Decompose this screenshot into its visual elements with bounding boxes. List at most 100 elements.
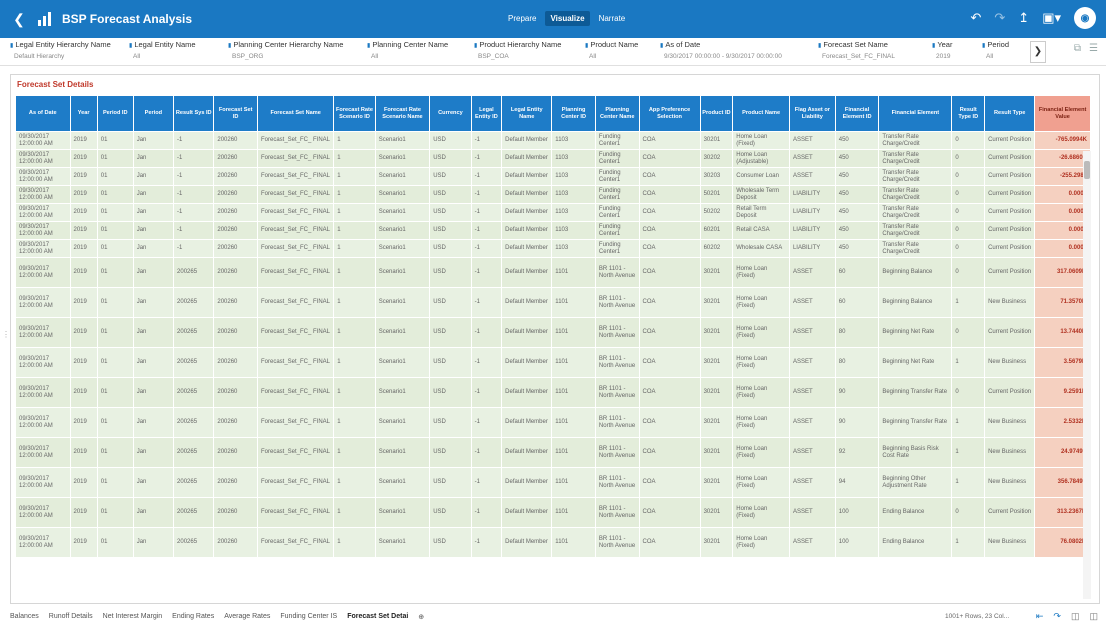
column-header[interactable]: Forecast Rate Scenario Name: [374, 95, 431, 132]
column-header[interactable]: Forecast Set ID: [213, 95, 258, 132]
filter-bar: Legal Entity Hierarchy Name Default Hiera…: [0, 38, 1106, 66]
copy-icon[interactable]: ⧉: [1074, 43, 1081, 54]
filter-planning-center-name[interactable]: Planning Center Name All: [367, 40, 448, 60]
filter-legal-entity-name[interactable]: Legal Entity Name All: [129, 40, 196, 60]
split-view-icon[interactable]: ◫: [1089, 611, 1098, 622]
table-cell: 1: [333, 437, 376, 468]
column-header[interactable]: Year: [69, 95, 98, 132]
next-page-icon[interactable]: ↷: [1053, 611, 1061, 622]
column-header[interactable]: Result Sys ID: [173, 95, 215, 132]
filter-scroll-right-button[interactable]: ❯: [1030, 41, 1046, 63]
column-header[interactable]: Financial Element Value: [1034, 95, 1091, 132]
table-cell: 200260: [213, 467, 258, 498]
filter-year[interactable]: Year 2019: [932, 40, 952, 60]
mode-narrate[interactable]: Narrate: [594, 11, 631, 26]
back-icon[interactable]: ❮: [8, 11, 30, 28]
filter-product-name[interactable]: Product Name All: [585, 40, 638, 60]
canvas-tab[interactable]: Ending Rates: [172, 613, 214, 621]
table-row[interactable]: 09/30/2017 12:00:00 AM 2019 01 Jan -1 200260 F…: [15, 185, 1091, 204]
column-header[interactable]: Planning Center ID: [551, 95, 596, 132]
table-row[interactable]: 09/30/2017 12:00:00 AM 2019 01 Jan 200265 200…: [15, 407, 1091, 438]
canvas-tab[interactable]: Forecast Set Detai: [347, 613, 408, 621]
mode-visualize[interactable]: Visualize: [545, 11, 590, 26]
canvas-tab[interactable]: Funding Center IS: [280, 613, 337, 621]
table-cell: Jan: [132, 437, 175, 468]
table-cell: USD: [429, 497, 472, 528]
column-header[interactable]: Period: [132, 95, 175, 132]
table-row[interactable]: 09/30/2017 12:00:00 AM 2019 01 Jan -1 200260 F…: [15, 149, 1091, 168]
canvas-tab[interactable]: Runoff Details: [49, 613, 93, 621]
filter-product-hierarchy[interactable]: Product Hierarchy Name BSP_COA: [474, 40, 561, 60]
table-cell: 200260: [213, 347, 258, 378]
filter-value: All: [589, 53, 597, 60]
column-header[interactable]: Forecast Set Name: [256, 95, 335, 132]
first-page-icon[interactable]: ⇤: [1036, 611, 1044, 622]
column-header[interactable]: Result Type: [984, 95, 1036, 132]
column-header[interactable]: Financial Element ID: [834, 95, 880, 132]
filter-period[interactable]: Period All: [982, 40, 1009, 60]
table-row[interactable]: 09/30/2017 12:00:00 AM 2019 01 Jan 200265 200…: [15, 527, 1091, 558]
undo-icon[interactable]: ↶: [970, 10, 981, 26]
table-cell: Jan: [132, 407, 175, 438]
column-header[interactable]: Flag Asset or Liability: [788, 95, 836, 132]
column-header[interactable]: Product Name: [732, 95, 790, 132]
table-row[interactable]: 09/30/2017 12:00:00 AM 2019 01 Jan 200265 200…: [15, 437, 1091, 468]
table-row[interactable]: 09/30/2017 12:00:00 AM 2019 01 Jan 200265 200…: [15, 317, 1091, 348]
vertical-scrollbar[interactable]: [1083, 151, 1091, 599]
table-cell: Beginning Transfer Rate: [878, 377, 953, 408]
column-header[interactable]: Product ID: [699, 95, 734, 132]
panel-resize-handle[interactable]: ⋮: [2, 330, 10, 339]
table-cell: 1101: [551, 437, 596, 468]
canvas-tab[interactable]: Net Interest Margin: [103, 613, 163, 621]
column-header[interactable]: As of Date: [15, 95, 71, 132]
column-header[interactable]: App Preference Selection: [638, 95, 701, 132]
redo-icon[interactable]: ↷: [994, 10, 1005, 26]
table-cell: ASSET: [788, 467, 836, 498]
filter-value: Default Hierarchy: [14, 53, 65, 60]
table-row[interactable]: 09/30/2017 12:00:00 AM 2019 01 Jan 200265 200…: [15, 497, 1091, 528]
filter-label: Planning Center Hierarchy Name: [228, 40, 343, 49]
column-header[interactable]: Currency: [429, 95, 472, 132]
table-cell: 450: [834, 167, 880, 186]
filter-menu-icon[interactable]: ☰: [1089, 43, 1098, 54]
filter-legal-entity-hierarchy[interactable]: Legal Entity Hierarchy Name Default Hiera…: [10, 40, 111, 60]
save-icon[interactable]: ▣▾: [1042, 10, 1061, 26]
mode-prepare[interactable]: Prepare: [503, 11, 541, 26]
table-row[interactable]: 09/30/2017 12:00:00 AM 2019 01 Jan 200265 200…: [15, 257, 1091, 288]
table-cell: 1: [333, 287, 376, 318]
table-cell: New Business: [984, 407, 1036, 438]
table-cell: Home Loan (Fixed): [732, 317, 790, 348]
filter-planning-center-hierarchy[interactable]: Planning Center Hierarchy Name BSP_ORG: [228, 40, 343, 60]
filter-forecast-set-name[interactable]: Forecast Set Name Forecast_Set_FC_FINAL: [818, 40, 895, 60]
column-header[interactable]: Planning Center Name: [594, 95, 640, 132]
column-header[interactable]: Legal Entity ID: [470, 95, 503, 132]
column-header[interactable]: Result Type ID: [951, 95, 986, 132]
table-row[interactable]: 09/30/2017 12:00:00 AM 2019 01 Jan 200265 200…: [15, 347, 1091, 378]
canvas-tab[interactable]: Balances: [10, 613, 39, 621]
table-cell: Default Member: [501, 407, 553, 438]
canvas-tab[interactable]: Average Rates: [224, 613, 270, 621]
column-header[interactable]: Legal Entity Name: [501, 95, 553, 132]
column-header[interactable]: Forecast Rate Scenario ID: [333, 95, 376, 132]
table-row[interactable]: 09/30/2017 12:00:00 AM 2019 01 Jan -1 200260 F…: [15, 203, 1091, 222]
column-header[interactable]: Financial Element: [878, 95, 953, 132]
filter-as-of-date[interactable]: As of Date 9/30/2017 00:00:00 - 9/30/2017…: [660, 40, 782, 60]
table-row[interactable]: 09/30/2017 12:00:00 AM 2019 01 Jan -1 200260 F…: [15, 131, 1091, 150]
add-canvas-icon[interactable]: ⊕: [418, 613, 424, 621]
table-row[interactable]: 09/30/2017 12:00:00 AM 2019 01 Jan 200265 200…: [15, 467, 1091, 498]
table-row[interactable]: 09/30/2017 12:00:00 AM 2019 01 Jan -1 200260 F…: [15, 221, 1091, 240]
table-cell: Funding Center1: [594, 149, 640, 168]
scroll-thumb[interactable]: [1084, 161, 1090, 179]
table-row[interactable]: 09/30/2017 12:00:00 AM 2019 01 Jan 200265 200…: [15, 287, 1091, 318]
table-row[interactable]: 09/30/2017 12:00:00 AM 2019 01 Jan 200265 200…: [15, 377, 1091, 408]
table-row[interactable]: 09/30/2017 12:00:00 AM 2019 01 Jan -1 200260 F…: [15, 167, 1091, 186]
table-cell: Transfer Rate Charge/Credit: [878, 167, 953, 186]
table-cell: Jan: [132, 221, 175, 240]
column-header[interactable]: Period ID: [96, 95, 134, 132]
user-avatar[interactable]: ◉: [1074, 7, 1096, 29]
table-row[interactable]: 09/30/2017 12:00:00 AM 2019 01 Jan -1 200260 F…: [15, 239, 1091, 258]
table-cell: 30201: [699, 317, 734, 348]
grid-view-icon[interactable]: ◫: [1071, 611, 1080, 622]
export-icon[interactable]: ↥: [1018, 10, 1029, 26]
table-cell: 09/30/2017 12:00:00 AM: [15, 149, 71, 168]
